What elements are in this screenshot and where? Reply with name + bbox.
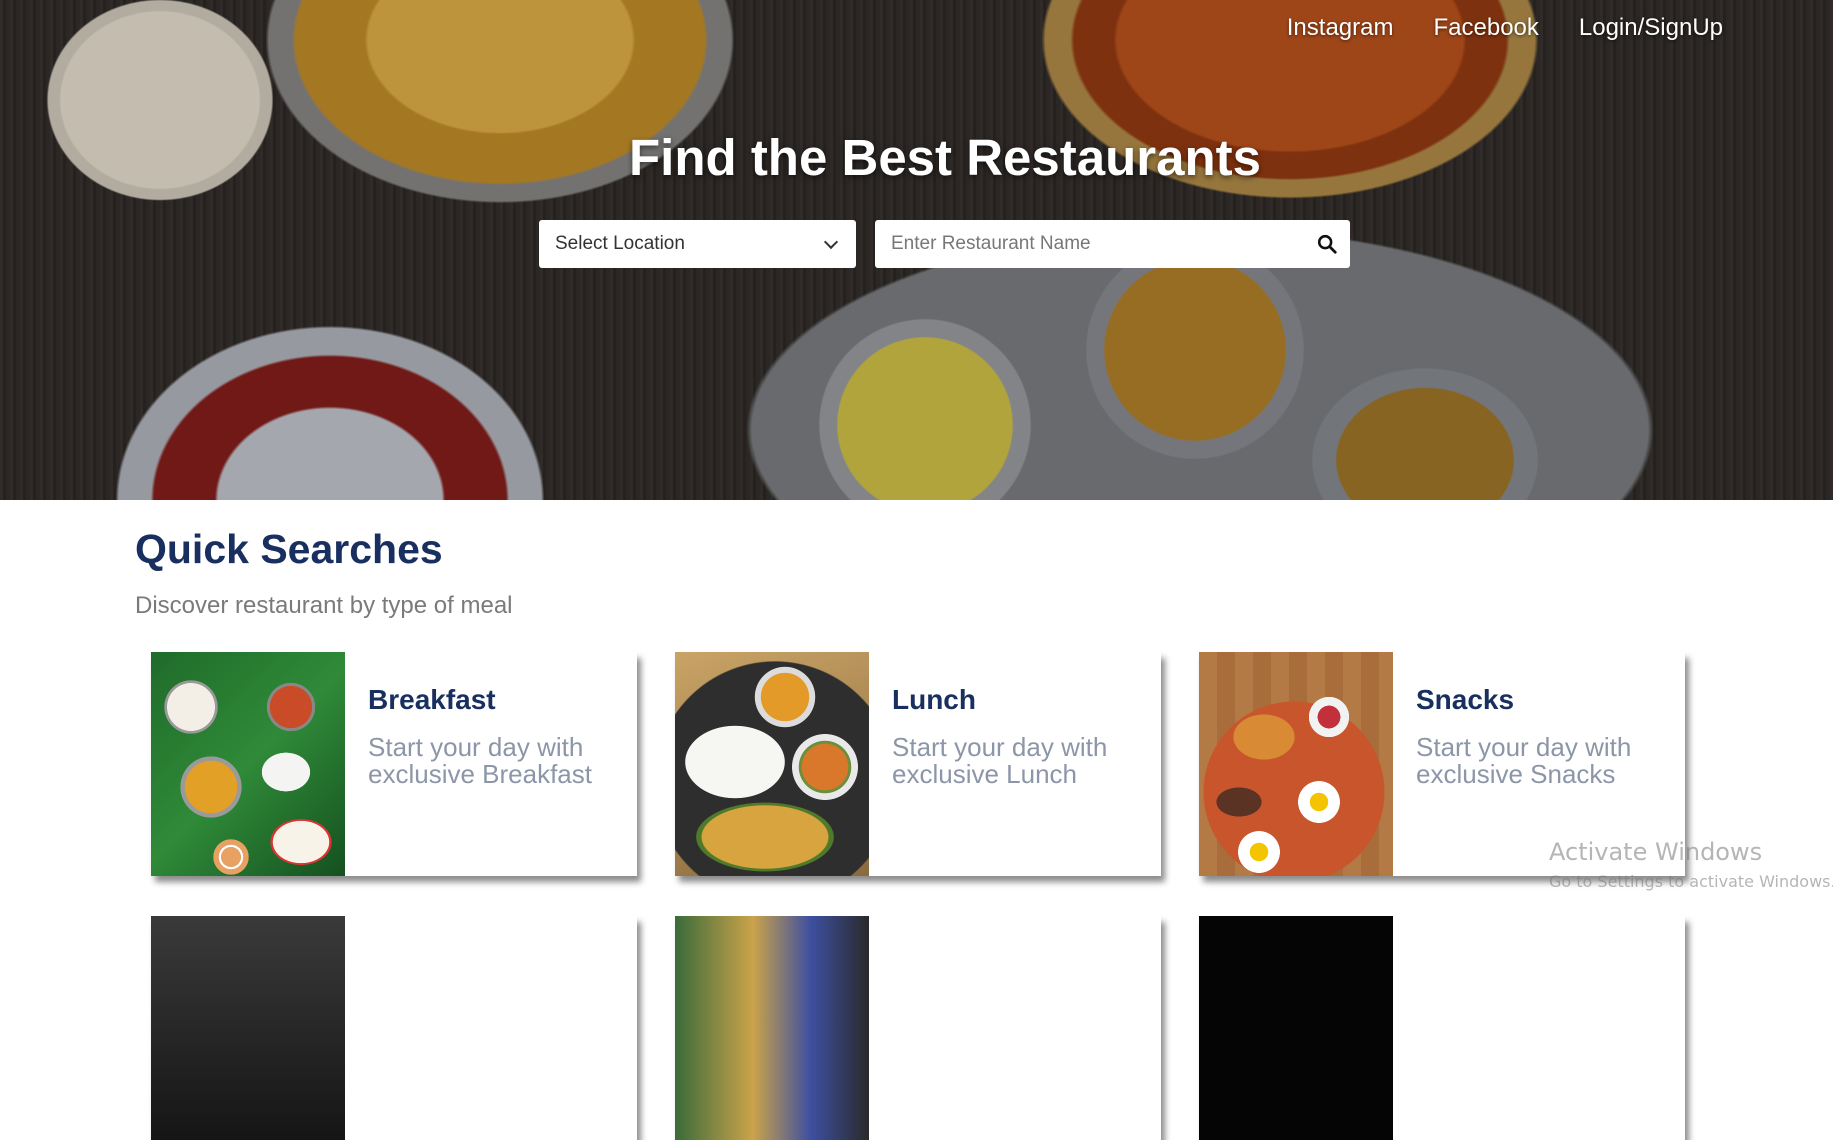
meal-card-partial[interactable] — [675, 916, 1161, 1140]
restaurant-search-box — [875, 220, 1350, 268]
nav-facebook-link[interactable]: Facebook — [1433, 14, 1538, 42]
meal-image — [675, 916, 869, 1140]
meal-card-breakfast[interactable]: Breakfast Start your day with exclusive … — [151, 652, 637, 876]
meal-card-partial[interactable] — [1199, 916, 1685, 1140]
restaurant-name-input[interactable] — [889, 232, 1316, 256]
meal-card-partial[interactable] — [151, 916, 637, 1140]
card-title: Snacks — [1416, 684, 1515, 715]
location-select[interactable]: Select Location — [539, 220, 856, 268]
card-description: Start your day with exclusive Lunch — [892, 732, 1108, 789]
hero-banner: Instagram Facebook Login/SignUp Find the… — [0, 0, 1833, 500]
quick-searches-subtitle: Discover restaurant by type of meal — [135, 592, 513, 619]
meal-image — [151, 916, 345, 1140]
card-body: Breakfast Start your day with exclusive … — [345, 652, 608, 876]
chevron-down-icon — [823, 234, 839, 249]
card-title: Lunch — [892, 684, 976, 715]
nav-instagram-link[interactable]: Instagram — [1287, 14, 1394, 42]
snacks-image — [1199, 652, 1393, 876]
search-icon[interactable] — [1316, 233, 1338, 255]
card-body: Snacks Start your day with exclusive Sna… — [1393, 652, 1656, 876]
meal-card-lunch[interactable]: Lunch Start your day with exclusive Lunc… — [675, 652, 1161, 876]
top-nav: Instagram Facebook Login/SignUp — [1287, 14, 1723, 42]
search-bar: Select Location — [539, 220, 1350, 268]
quick-searches-title: Quick Searches — [135, 526, 443, 572]
breakfast-image — [151, 652, 345, 876]
card-description: Start your day with exclusive Breakfast — [368, 732, 592, 789]
card-description: Start your day with exclusive Snacks — [1416, 732, 1632, 789]
nav-login-signup-link[interactable]: Login/SignUp — [1579, 14, 1723, 42]
lunch-image — [675, 652, 869, 876]
card-body: Lunch Start your day with exclusive Lunc… — [869, 652, 1132, 876]
meal-card-snacks[interactable]: Snacks Start your day with exclusive Sna… — [1199, 652, 1685, 876]
card-title: Breakfast — [368, 684, 496, 715]
location-select-label: Select Location — [555, 233, 685, 254]
meal-image — [1199, 916, 1393, 1140]
meal-type-grid: Breakfast Start your day with exclusive … — [151, 652, 1685, 1140]
